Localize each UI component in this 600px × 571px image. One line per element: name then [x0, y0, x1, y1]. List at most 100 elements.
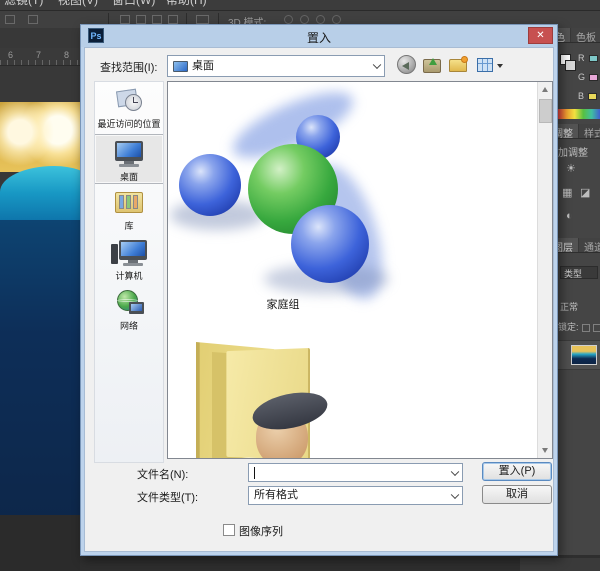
tool-option-icon[interactable] — [5, 15, 15, 24]
pasteboard — [0, 515, 80, 571]
up-one-level-button[interactable] — [423, 59, 441, 73]
menu-filter[interactable]: 滤镜(T) — [4, 0, 43, 8]
place-dialog: Ps 置入 ✕ 查找范围(I): 桌面 最近访问的位置 — [80, 24, 558, 556]
blue-slider-row[interactable]: B — [578, 91, 597, 101]
photoshop-menubar: 滤镜(T) 视图(V) 窗口(W) 帮助(H) — [0, 0, 600, 10]
homegroup-sphere-bottom — [291, 205, 369, 283]
red-slider-chip — [589, 55, 598, 62]
dialog-titlebar[interactable]: Ps 置入 ✕ — [81, 25, 557, 47]
image-sequence-label: 图像序列 — [239, 523, 283, 539]
homegroup-sphere-left — [179, 154, 241, 216]
file-list-scrollbar[interactable] — [537, 82, 552, 458]
sidebar-item-recent-places[interactable]: 最近访问的位置 — [95, 82, 163, 134]
align-icon[interactable] — [120, 15, 130, 24]
align-icon[interactable] — [136, 15, 146, 24]
menu-help[interactable]: 帮助(H) — [166, 0, 207, 8]
sidebar-item-label: 计算机 — [95, 269, 163, 282]
sidebar-item-computer[interactable]: 计算机 — [95, 234, 163, 284]
distribute-icon[interactable] — [196, 15, 209, 24]
3d-rotate-icon[interactable] — [284, 15, 293, 24]
scrollbar-thumb[interactable] — [539, 99, 552, 123]
align-icon[interactable] — [168, 15, 178, 24]
ruler-marks — [0, 60, 80, 65]
layers-panel-tabs: 图层通道 — [558, 238, 600, 253]
filetype-label: 文件类型(T): — [137, 489, 198, 505]
green-slider-row[interactable]: G — [578, 72, 598, 82]
sidebar-item-label: 桌面 — [95, 170, 163, 183]
3d-pan-icon[interactable] — [316, 15, 325, 24]
filetype-combobox[interactable]: 所有格式 — [248, 486, 463, 505]
tab-layers[interactable]: 图层 — [558, 238, 578, 253]
back-arrow-icon — [402, 62, 409, 70]
foreground-background-swatch-icon[interactable] — [560, 54, 576, 72]
image-sequence-checkbox[interactable] — [223, 524, 235, 536]
sidebar-item-label: 网络 — [95, 319, 163, 332]
color-panel-tabs: 色色板 — [558, 28, 600, 43]
libraries-icon — [111, 188, 147, 218]
ruler-tick: 8 — [64, 50, 69, 60]
lookin-label: 查找范围(I): — [100, 59, 157, 75]
file-item-label: 家庭组 — [223, 296, 343, 312]
menu-view[interactable]: 视图(V) — [58, 0, 98, 8]
lock-transparency-icon[interactable] — [582, 324, 590, 332]
layer-kind-filter[interactable]: 类型 — [560, 266, 598, 279]
filename-combobox[interactable] — [248, 463, 463, 482]
layer-thumbnail[interactable] — [571, 345, 597, 365]
horizontal-ruler: 6 7 8 — [0, 48, 80, 66]
color-spectrum-ramp[interactable] — [558, 109, 600, 119]
adjust-panel-tabs: 调整样式 — [558, 124, 600, 139]
back-button[interactable] — [397, 55, 416, 74]
sidebar-item-desktop[interactable]: 桌面 — [95, 134, 163, 184]
add-adjustment-label: 添加调整 — [558, 144, 588, 159]
recent-places-icon — [111, 86, 147, 116]
desktop-icon — [111, 139, 147, 169]
close-button[interactable]: ✕ — [528, 27, 553, 44]
scroll-up-icon — [542, 87, 548, 92]
align-icon[interactable] — [152, 15, 162, 24]
up-arrow-icon — [429, 58, 437, 65]
tab-color[interactable]: 色 — [558, 28, 570, 43]
tool-option-icon[interactable] — [28, 15, 38, 24]
menu-window[interactable]: 窗口(W) — [112, 0, 155, 8]
sidebar-item-network[interactable]: 网络 — [95, 284, 163, 334]
tab-channels[interactable]: 通道 — [579, 238, 600, 253]
3d-slide-icon[interactable] — [332, 15, 341, 24]
blend-mode-select[interactable]: 正常 — [560, 300, 578, 313]
scroll-up-button[interactable] — [538, 82, 553, 97]
text-cursor — [254, 467, 255, 479]
lookin-combobox[interactable]: 桌面 — [167, 55, 385, 77]
document-canvas[interactable] — [0, 102, 80, 515]
close-icon: ✕ — [536, 30, 544, 41]
sidebar-item-label: 最近访问的位置 — [95, 117, 163, 130]
status-bar — [80, 555, 600, 571]
scroll-down-icon — [542, 448, 548, 453]
tab-adjustments[interactable]: 调整 — [558, 124, 578, 139]
filename-label: 文件名(N): — [137, 466, 188, 482]
file-item-user-folder[interactable] — [190, 340, 340, 459]
file-list[interactable]: 家庭组 — [167, 81, 553, 459]
levels-adjustment-icon[interactable]: ▦ — [562, 186, 572, 199]
chevron-down-icon — [451, 490, 459, 498]
views-caret-icon — [497, 64, 503, 68]
background-layer-row[interactable] — [558, 340, 600, 370]
place-button[interactable]: 置入(P) — [482, 462, 552, 481]
scroll-down-button[interactable] — [538, 443, 553, 458]
sidebar-item-libraries[interactable]: 库 — [95, 184, 163, 234]
3d-roll-icon[interactable] — [300, 15, 309, 24]
view-menu-button[interactable] — [477, 58, 505, 74]
red-slider-row[interactable]: R — [578, 53, 598, 63]
cancel-button[interactable]: 取消 — [482, 485, 552, 504]
tab-styles[interactable]: 样式 — [579, 124, 600, 139]
places-sidebar: 最近访问的位置 桌面 库 计 — [94, 81, 164, 463]
brightness-adjustment-icon[interactable]: ☀ — [566, 162, 576, 175]
green-slider-chip — [589, 74, 598, 81]
blue-slider-chip — [588, 93, 597, 100]
lookin-value: 桌面 — [192, 60, 214, 72]
curves-adjustment-icon[interactable]: ◪ — [580, 186, 590, 199]
computer-icon — [111, 238, 147, 268]
tab-swatches[interactable]: 色板 — [571, 28, 600, 43]
lock-all-icon[interactable] — [593, 324, 600, 332]
dialog-title: 置入 — [81, 29, 557, 46]
exposure-adjustment-icon[interactable]: ◐ — [566, 210, 573, 222]
new-folder-button[interactable] — [449, 59, 467, 72]
